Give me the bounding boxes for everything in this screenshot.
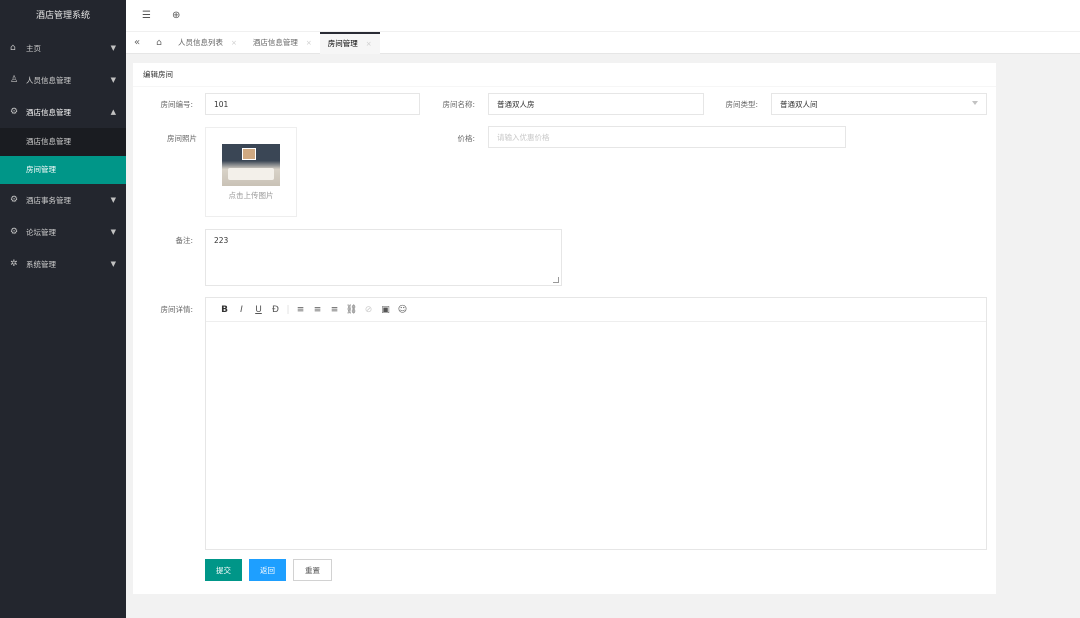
room-photo-thumbnail [222,144,280,186]
link-icon[interactable]: ⛓ [343,305,360,315]
emoji-icon[interactable]: ☺ [394,305,411,315]
back-button[interactable]: 返回 [249,559,286,581]
tab-personnel-list[interactable]: 人员信息列表 × [170,32,245,54]
sidebar-item-personnel[interactable]: ♙ 人员信息管理 ▼ [0,64,126,96]
remark-label: 备注: [175,236,193,245]
menu-toggle-icon[interactable]: ☰ [142,10,164,21]
resize-handle-icon[interactable] [553,277,559,283]
sidebar-subitem-hotel-info[interactable]: 酒店信息管理 [0,128,126,156]
align-center-icon[interactable]: ≡ [309,305,326,315]
price-label: 价格: [457,134,475,143]
sidebar: 酒店管理系统 ⌂ 主页 ▼ ♙ 人员信息管理 ▼ ⚙ 酒店信息管理 ▲ 酒店信息… [0,0,126,618]
align-left-icon[interactable]: ≡ [292,305,309,315]
tab-home-icon[interactable]: ⌂ [148,38,170,48]
settings-icon: ⚙ [10,107,19,117]
sidebar-item-label: 系统管理 [26,259,56,269]
caret-down-icon: ▼ [110,228,116,236]
card-title: 编辑房间 [133,63,996,87]
settings-icon: ⚙ [10,195,19,205]
underline-icon[interactable]: U [250,305,267,315]
price-input[interactable]: 请输入优惠价格 [488,126,846,148]
sidebar-item-hotel-affairs[interactable]: ⚙ 酒店事务管理 ▼ [0,184,126,216]
image-icon[interactable]: ▣ [377,305,394,315]
room-type-label: 房间类型: [725,100,758,109]
close-icon[interactable]: × [231,39,237,47]
gear-icon: ✲ [10,259,18,269]
sidebar-subitem-room-management[interactable]: 房间管理 [0,156,126,184]
tab-hotel-info[interactable]: 酒店信息管理 × [245,32,320,54]
home-icon: ⌂ [10,43,16,53]
align-right-icon[interactable]: ≡ [326,305,343,315]
tab-room-management[interactable]: 房间管理 × [319,31,380,54]
remark-textarea[interactable]: 223 [205,229,562,286]
user-icon: ♙ [10,75,19,85]
close-icon[interactable]: × [366,40,372,48]
unlink-icon[interactable]: ⊘ [360,305,377,315]
photo-upload[interactable]: 点击上传图片 [205,127,297,217]
caret-down-icon: ▼ [110,44,116,52]
caret-down-icon: ▼ [110,260,116,268]
tab-bar: « ⌂ 人员信息列表 × 酒店信息管理 × 房间管理 × [126,31,1080,54]
italic-icon[interactable]: I [233,305,250,315]
chevron-down-icon [972,101,978,105]
caret-down-icon: ▼ [110,76,116,84]
upload-hint: 点击上传图片 [228,191,274,200]
room-type-select[interactable]: 普通双人间 [771,93,987,115]
reset-button[interactable]: 重置 [293,559,332,581]
room-no-label: 房间编号: [160,100,193,109]
sidebar-item-label: 酒店信息管理 [26,107,71,117]
room-name-label: 房间名称: [442,100,475,109]
sidebar-item-system[interactable]: ✲ 系统管理 ▼ [0,248,126,280]
room-detail-label: 房间详情: [160,305,193,314]
remark-value: 223 [214,236,229,245]
sidebar-item-hotel-info[interactable]: ⚙ 酒店信息管理 ▲ [0,96,126,128]
submit-button[interactable]: 提交 [205,559,242,581]
globe-icon[interactable]: ⊕ [172,10,194,21]
sidebar-item-label: 酒店事务管理 [26,195,71,205]
tab-label: 房间管理 [327,39,358,48]
room-photo-label: 房间照片 [167,134,197,143]
tab-label: 人员信息列表 [178,38,223,47]
toolbar-divider: | [286,304,290,315]
bold-icon[interactable]: B [216,305,233,315]
top-header: ☰ ⊕ [126,0,1080,32]
strikethrough-icon[interactable]: Đ [267,305,284,315]
app-title: 酒店管理系统 [35,11,90,21]
editor-toolbar: B I U Đ | ≡ ≡ ≡ ⛓ ⊘ ▣ ☺ [206,298,986,322]
caret-up-icon: ▲ [110,108,116,116]
room-name-input[interactable]: 普通双人房 [488,93,704,115]
sidebar-item-forum[interactable]: ⚙ 论坛管理 ▼ [0,216,126,248]
tab-label: 酒店信息管理 [252,38,298,47]
edit-room-card: 编辑房间 房间编号: 101 房间名称: 普通双人房 房间类型: 普通双人间 房… [133,63,996,594]
tab-scroll-left-icon[interactable]: « [126,37,148,48]
sidebar-item-home[interactable]: ⌂ 主页 ▼ [0,32,126,64]
settings-icon: ⚙ [10,227,19,237]
room-no-input[interactable]: 101 [205,93,420,115]
sidebar-item-label: 人员信息管理 [26,75,71,85]
close-icon[interactable]: × [306,39,312,47]
sidebar-item-label: 主页 [26,43,41,53]
sidebar-item-label: 论坛管理 [26,227,56,237]
rich-text-editor[interactable]: B I U Đ | ≡ ≡ ≡ ⛓ ⊘ ▣ ☺ [205,297,987,550]
room-type-value: 普通双人间 [780,99,818,109]
caret-down-icon: ▼ [110,196,116,204]
